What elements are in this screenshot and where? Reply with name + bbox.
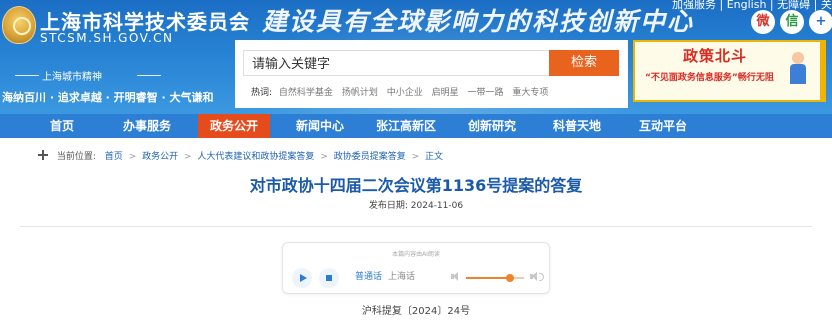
hot-words: 热词: 自然科学基金 扬帆计划 中小企业 启明星 一带一路 重大专项	[251, 85, 554, 98]
banner-stripe	[820, 42, 824, 100]
hot-word-link[interactable]: 一带一路	[467, 88, 503, 98]
breadcrumb-proposal-replies[interactable]: 人大代表建议和政协提案答复	[197, 152, 314, 162]
stop-icon[interactable]	[319, 268, 339, 288]
nav-item-popular-science[interactable]: 科普天地	[545, 114, 609, 138]
publish-date: 发布日期: 2024-11-06	[368, 201, 464, 211]
wechat-icon[interactable]: 信	[780, 10, 804, 34]
shanghainese-option[interactable]: 上海话	[388, 270, 415, 284]
main-nav: 首页 办事服务 政务公开 新闻中心 张江高新区 创新研究 科普天地 互动平台	[0, 114, 832, 138]
breadcrumb-separator: >	[320, 152, 328, 162]
location-icon	[38, 150, 48, 160]
decorative-line	[15, 75, 39, 76]
nav-item-home[interactable]: 首页	[40, 114, 84, 138]
document-number: 沪科提复〔2024〕24号	[361, 306, 471, 317]
hot-word-link[interactable]: 扬帆计划	[342, 88, 378, 98]
search-panel: 检索 热词: 自然科学基金 扬帆计划 中小企业 启明星 一带一路 重大专项	[235, 40, 628, 108]
breadcrumb-cppcc-replies[interactable]: 政协委员提案答复	[334, 152, 406, 162]
site-domain: STCSM.SH.GOV.CN	[40, 31, 174, 45]
banner-subtitle: “不见面政务信息服务”畅行无阻	[645, 73, 774, 83]
breadcrumb-label: 当前位置:	[56, 152, 96, 162]
person-illustration-icon	[787, 52, 809, 86]
search-input[interactable]	[243, 50, 550, 76]
volume-fill	[466, 277, 510, 279]
government-emblem-icon	[2, 6, 36, 44]
divider	[20, 226, 812, 227]
top-links[interactable]: 加强服务 | English | 无障碍 | 关怀版	[672, 0, 832, 12]
breadcrumb: 当前位置: 首页 > 政务公开 > 人大代表建议和政协提案答复 > 政协委员提案…	[38, 149, 443, 162]
volume-knob[interactable]	[505, 274, 514, 282]
nav-item-interaction[interactable]: 互动平台	[631, 114, 695, 138]
search-button[interactable]: 检索	[549, 50, 619, 76]
slogan-banner: 建设具有全球影响力的科技创新中心	[262, 7, 695, 36]
weibo-icon[interactable]: 微	[751, 10, 775, 34]
hot-word-link[interactable]: 中小企业	[387, 88, 423, 98]
breadcrumb-home[interactable]: 首页	[105, 152, 123, 162]
banner-title: 政策北斗	[683, 47, 748, 65]
page-title: 对市政协十四届二次会议第1136号提案的答复	[249, 176, 583, 195]
decorative-line	[137, 75, 161, 76]
city-spirit-label: 上海城市精神	[42, 72, 102, 83]
breadcrumb-separator: >	[411, 152, 420, 162]
audio-player: 本篇内容由AI朗读 普通话 上海话	[282, 242, 550, 294]
hot-word-link[interactable]: 重大专项	[512, 88, 548, 98]
breadcrumb-current: 正文	[425, 152, 444, 162]
mandarin-option[interactable]: 普通话	[355, 270, 382, 284]
city-spirit-text: 海纳百川 · 追求卓越 · 开明睿智 · 大气谦和	[2, 91, 214, 104]
hot-words-label: 热词:	[251, 88, 273, 98]
breadcrumb-separator: >	[128, 152, 137, 162]
play-icon[interactable]	[292, 268, 312, 288]
site-header: 上海市科学技术委员会 STCSM.SH.GOV.CN 建设具有全球影响力的科技创…	[0, 0, 832, 114]
nav-item-services[interactable]: 办事服务	[113, 114, 181, 138]
volume-high-icon	[530, 270, 544, 283]
player-tip: 本篇内容由AI朗读	[392, 251, 440, 258]
policy-beidou-banner[interactable]: 政策北斗 “不见面政务信息服务”畅行无阻	[633, 40, 826, 102]
nav-item-innovation[interactable]: 创新研究	[459, 114, 525, 138]
volume-slider[interactable]	[466, 274, 524, 282]
breadcrumb-government-info[interactable]: 政务公开	[142, 152, 178, 162]
nav-item-zhangjiang[interactable]: 张江高新区	[369, 114, 443, 138]
more-icon[interactable]: +	[809, 10, 832, 34]
nav-item-government-info[interactable]: 政务公开	[198, 114, 270, 138]
volume-low-icon	[451, 272, 459, 281]
hot-word-link[interactable]: 自然科学基金	[279, 88, 333, 98]
breadcrumb-separator: >	[184, 152, 192, 162]
nav-item-news[interactable]: 新闻中心	[287, 114, 353, 138]
hot-word-link[interactable]: 启明星	[432, 88, 459, 98]
